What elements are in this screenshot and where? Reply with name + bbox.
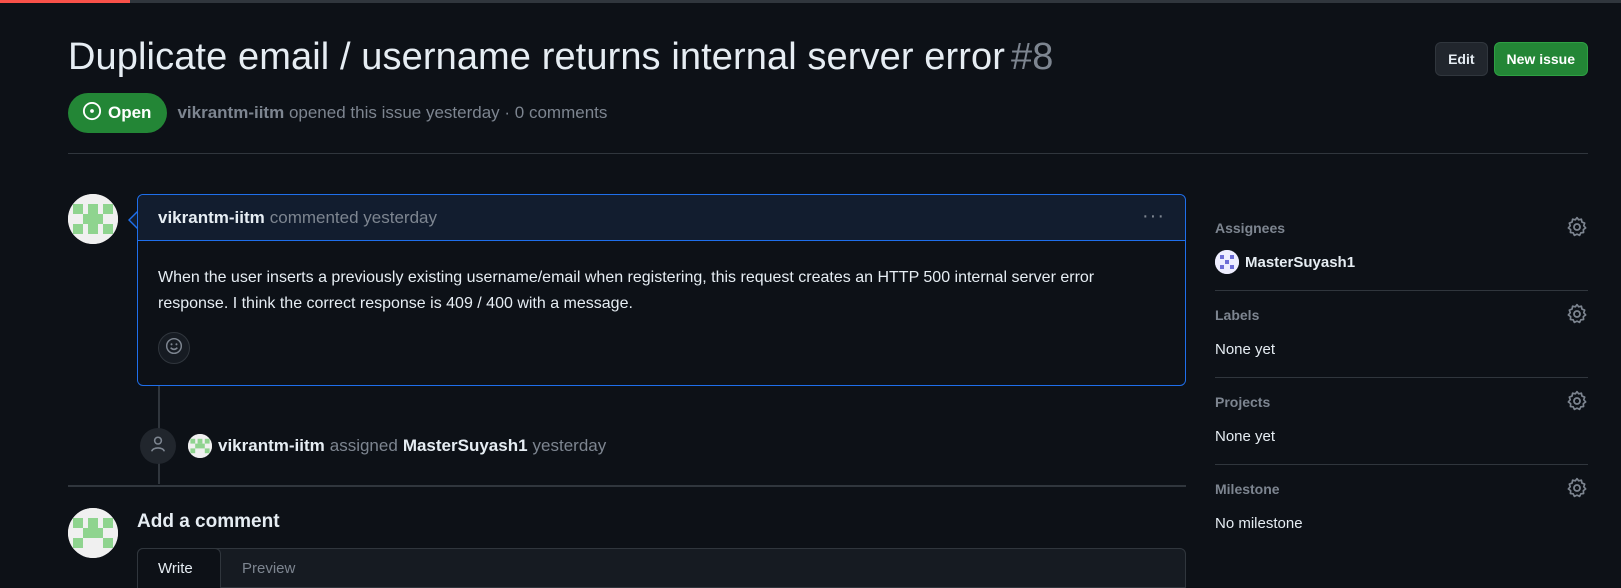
tab-write[interactable]: Write (137, 548, 221, 588)
timeline-event-assigned: vikrantm-iitm assigned MasterSuyash1 yes… (188, 433, 611, 459)
issue-sidebar: Assignees MasterSuyash1 Labels None yet … (1215, 204, 1588, 551)
status-label: Open (108, 103, 152, 122)
event-badge (140, 428, 176, 464)
issue-meta: Open vikrantm-iitm opened this issue yes… (68, 93, 607, 133)
issue-title: Duplicate email / username returns inter… (68, 36, 1005, 78)
sidebar-labels: Labels None yet (1215, 291, 1588, 378)
event-verb: assigned (329, 436, 398, 455)
assignee-name: MasterSuyash1 (1245, 253, 1356, 271)
kebab-horizontal-icon[interactable]: ··· (1142, 205, 1165, 228)
assignee-item[interactable]: MasterSuyash1 (1215, 250, 1588, 274)
avatar (1215, 250, 1239, 274)
projects-heading: Projects (1215, 394, 1271, 410)
issue-meta-text: vikrantm-iitm opened this issue yesterda… (177, 103, 607, 123)
status-badge: Open (68, 93, 168, 133)
issue-author-link[interactable]: vikrantm-iitm (177, 103, 284, 122)
labels-heading: Labels (1215, 307, 1260, 323)
sidebar-assignees: Assignees MasterSuyash1 (1215, 204, 1588, 291)
person-icon (149, 435, 167, 458)
comment-author-link[interactable]: vikrantm-iitm (158, 208, 265, 228)
gear-icon[interactable] (1566, 303, 1588, 325)
page-title: Duplicate email / username returns inter… (68, 36, 1588, 79)
sidebar-milestone: Milestone No milestone (1215, 465, 1588, 551)
new-issue-button[interactable]: New issue (1493, 42, 1588, 76)
milestone-heading: Milestone (1215, 481, 1280, 497)
comment-editor: Write Preview (137, 548, 1186, 588)
header-divider (68, 153, 1588, 154)
loading-progress-fill (0, 0, 130, 3)
avatar[interactable] (68, 508, 118, 558)
comment-action-text: commented yesterday (269, 207, 437, 227)
event-target-link[interactable]: MasterSuyash1 (403, 436, 528, 456)
avatar[interactable] (188, 434, 212, 458)
issue-header: Duplicate email / username returns inter… (68, 36, 1588, 88)
add-reaction-button[interactable] (158, 332, 190, 364)
avatar[interactable] (68, 194, 118, 244)
loading-progress (0, 0, 1621, 3)
comment-header: vikrantm-iitm commented yesterday ··· (138, 195, 1185, 241)
issue-opened-icon (82, 101, 102, 126)
gear-icon[interactable] (1566, 477, 1588, 499)
milestone-value: No milestone (1215, 514, 1303, 532)
comment-body: When the user inserts a previously exist… (158, 269, 1095, 312)
sidebar-projects: Projects None yet (1215, 378, 1588, 465)
event-actor-link[interactable]: vikrantm-iitm (218, 436, 325, 456)
header-actions: Edit New issue (1435, 42, 1588, 76)
gear-icon[interactable] (1566, 216, 1588, 238)
assignees-heading: Assignees (1215, 220, 1286, 236)
projects-value: None yet (1215, 427, 1276, 445)
timeline-divider (68, 485, 1186, 487)
tab-preview[interactable]: Preview (222, 548, 315, 588)
labels-value: None yet (1215, 340, 1276, 358)
issue-opened-text: opened this issue yesterday · 0 comments (288, 103, 608, 122)
edit-button[interactable]: Edit (1435, 42, 1488, 76)
issue-number: #8 (1010, 36, 1054, 78)
event-time: yesterday (532, 436, 607, 455)
smiley-icon (165, 337, 183, 360)
issue-comment: vikrantm-iitm commented yesterday ··· Wh… (137, 194, 1186, 386)
add-comment-heading: Add a comment (137, 511, 280, 532)
gear-icon[interactable] (1566, 390, 1588, 412)
